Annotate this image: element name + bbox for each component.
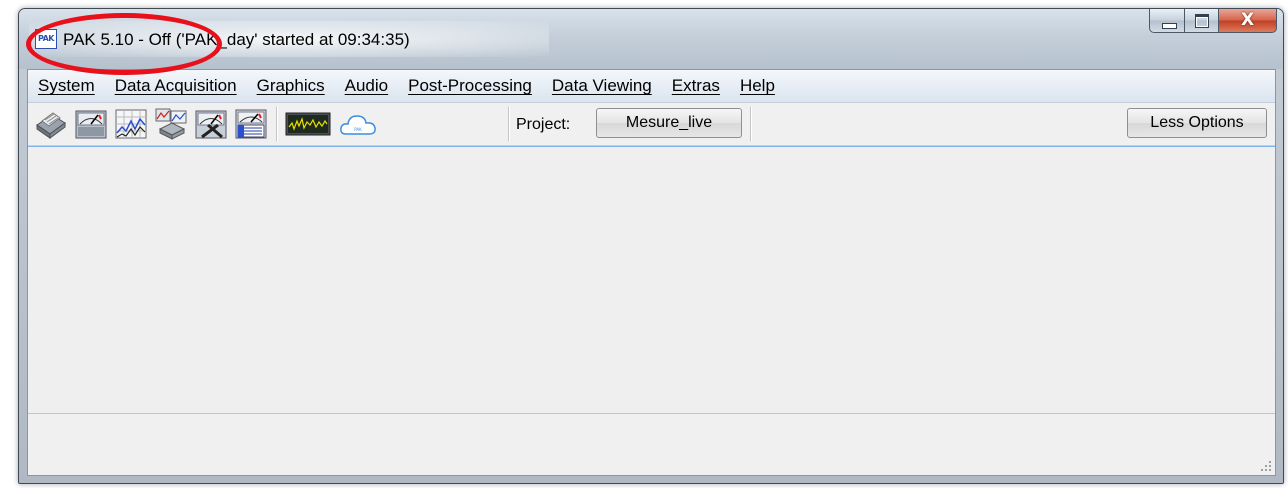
less-options-button[interactable]: Less Options: [1127, 108, 1267, 138]
measurement-gauge-icon[interactable]: [74, 107, 108, 141]
data-viewing-tools-icon[interactable]: [194, 107, 228, 141]
main-content-area: [28, 146, 1275, 414]
toolbar-separator: [508, 107, 510, 141]
cloud-icon[interactable]: PAK: [338, 107, 378, 141]
status-bar: [28, 443, 1275, 475]
menu-system[interactable]: System: [38, 76, 95, 96]
client-area: System Data Acquisition Graphics Audio P…: [27, 69, 1276, 476]
window-controls: X: [1149, 9, 1277, 35]
project-label: Project:: [516, 116, 571, 133]
minimize-button[interactable]: [1149, 9, 1185, 33]
system-hardware-icon[interactable]: [34, 107, 68, 141]
red-highlight-annotation: [26, 13, 222, 75]
maximize-button[interactable]: [1185, 9, 1219, 33]
menu-data-acquisition[interactable]: Data Acquisition: [115, 76, 237, 96]
toolbar: PAK Project: Mesure_live Less Options: [28, 103, 1275, 146]
menu-bar: System Data Acquisition Graphics Audio P…: [28, 70, 1275, 103]
minimize-icon: [1162, 23, 1177, 29]
menu-data-viewing[interactable]: Data Viewing: [552, 76, 652, 96]
report-gauge-icon[interactable]: [234, 107, 268, 141]
maximize-icon: [1195, 14, 1209, 28]
post-processing-icon[interactable]: [154, 107, 188, 141]
toolbar-separator: [276, 107, 278, 141]
svg-text:PAK: PAK: [354, 127, 362, 132]
resize-grip-icon[interactable]: [1258, 458, 1272, 472]
app-window: PAK PAK 5.10 - Off ('PAK_day' started at…: [18, 8, 1284, 484]
menu-graphics[interactable]: Graphics: [257, 76, 325, 96]
close-button[interactable]: X: [1219, 9, 1277, 33]
close-icon: X: [1240, 10, 1255, 30]
oscilloscope-live-icon[interactable]: [284, 107, 332, 141]
graphics-waterfall-icon[interactable]: [114, 107, 148, 141]
menu-extras[interactable]: Extras: [672, 76, 720, 96]
project-button[interactable]: Mesure_live: [596, 108, 742, 138]
menu-post-processing[interactable]: Post-Processing: [408, 76, 532, 96]
menu-audio[interactable]: Audio: [345, 76, 388, 96]
toolbar-separator: [750, 107, 752, 141]
menu-help[interactable]: Help: [740, 76, 775, 96]
